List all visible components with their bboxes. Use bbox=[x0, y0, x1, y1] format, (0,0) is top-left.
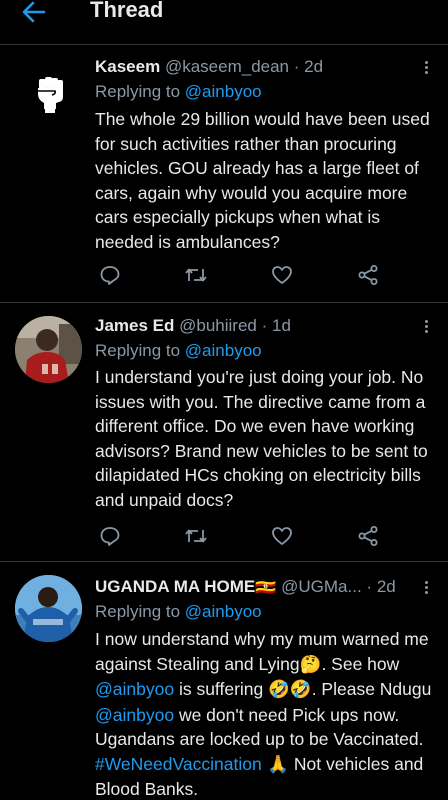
avatar[interactable] bbox=[15, 575, 82, 642]
arrow-left-icon bbox=[22, 1, 46, 23]
timestamp: 2d bbox=[304, 57, 324, 76]
tweet-text-segment: . See how bbox=[321, 653, 400, 674]
thread-screen: Thread Kaseem @kaseem_dean · 2d Replying… bbox=[0, 0, 448, 800]
thinking-face-emoji: 🤔 bbox=[299, 654, 322, 675]
more-options-button[interactable] bbox=[422, 575, 430, 599]
replying-to: Replying to @ainbyoo bbox=[95, 600, 262, 624]
heart-icon bbox=[272, 266, 292, 284]
header-bar: Thread bbox=[0, 0, 448, 45]
avatar[interactable] bbox=[15, 57, 82, 124]
replying-label: Replying to bbox=[95, 82, 181, 101]
tweet-actions bbox=[95, 260, 395, 290]
share-icon bbox=[358, 265, 378, 285]
more-options-button[interactable] bbox=[422, 55, 430, 79]
profile-photo-icon bbox=[15, 316, 82, 383]
reply-button[interactable] bbox=[95, 260, 125, 290]
more-vertical-icon bbox=[424, 580, 428, 584]
share-button[interactable] bbox=[353, 521, 383, 551]
mention-link[interactable]: @ainbyoo bbox=[95, 679, 174, 699]
replying-mention-link[interactable]: @ainbyoo bbox=[185, 82, 262, 101]
replying-to: Replying to @ainbyoo bbox=[95, 80, 262, 104]
tweet-item[interactable]: Kaseem @kaseem_dean · 2d Replying to @ai… bbox=[0, 45, 448, 303]
tweet-text-segment: . Please Ndugu bbox=[311, 679, 432, 699]
more-vertical-icon bbox=[424, 60, 428, 64]
page-title: Thread bbox=[90, 0, 164, 22]
author-name[interactable]: Kaseem bbox=[95, 57, 160, 76]
uganda-flag-icon: 🇺🇬 bbox=[255, 577, 277, 597]
heart-icon bbox=[272, 527, 292, 545]
retweet-button[interactable] bbox=[181, 521, 211, 551]
tweet-header: Kaseem @kaseem_dean · 2d bbox=[95, 55, 408, 79]
laughing-emoji: 🤣🤣 bbox=[268, 680, 312, 700]
retweet-button[interactable] bbox=[181, 260, 211, 290]
avatar[interactable] bbox=[15, 316, 82, 383]
replying-to: Replying to @ainbyoo bbox=[95, 339, 262, 363]
tweet-item[interactable]: UGANDA MA HOME🇺🇬 @UGMa... · 2d Replying … bbox=[0, 562, 448, 800]
more-vertical-icon bbox=[424, 319, 428, 323]
like-button[interactable] bbox=[267, 260, 297, 290]
raised-fist-icon bbox=[38, 77, 63, 113]
separator-dot: · bbox=[261, 316, 268, 335]
more-dot bbox=[424, 70, 428, 74]
separator-dot: · bbox=[293, 57, 300, 76]
tweet-header: UGANDA MA HOME🇺🇬 @UGMa... · 2d bbox=[95, 575, 408, 599]
share-button[interactable] bbox=[353, 260, 383, 290]
reply-icon bbox=[100, 527, 120, 546]
mention-link[interactable]: @ainbyoo bbox=[95, 705, 174, 725]
author-name[interactable]: UGANDA MA HOME bbox=[95, 577, 255, 596]
retweet-icon bbox=[185, 268, 207, 282]
more-dot bbox=[424, 329, 428, 333]
reply-icon bbox=[100, 266, 120, 285]
more-dot bbox=[424, 324, 428, 328]
tweet-text: I now understand why my mum warned me ag… bbox=[95, 627, 437, 800]
more-dot bbox=[424, 585, 428, 589]
more-options-button[interactable] bbox=[422, 314, 430, 338]
replying-label: Replying to bbox=[95, 602, 181, 621]
reply-button[interactable] bbox=[95, 521, 125, 551]
retweet-icon bbox=[185, 529, 207, 543]
timestamp: 1d bbox=[272, 316, 291, 335]
folded-hands-emoji: 🙏 bbox=[261, 754, 290, 775]
tweet-text: I understand you're just doing your job.… bbox=[95, 367, 428, 510]
replying-mention-link[interactable]: @ainbyoo bbox=[185, 602, 262, 621]
tweet-actions bbox=[95, 521, 395, 551]
back-button[interactable] bbox=[14, 0, 54, 30]
tweet-text-segment: is suffering bbox=[174, 679, 269, 699]
hashtag-link[interactable]: #WeNeedVaccination bbox=[95, 754, 262, 774]
more-dot bbox=[424, 65, 428, 69]
author-name[interactable]: James Ed bbox=[95, 316, 174, 335]
timestamp: 2d bbox=[376, 577, 396, 596]
tweet-item[interactable]: James Ed @buhiired · 1d Replying to @ain… bbox=[0, 303, 448, 562]
separator-dot: · bbox=[366, 577, 373, 596]
replying-mention-link[interactable]: @ainbyoo bbox=[185, 341, 262, 360]
author-handle[interactable]: @UGMa... bbox=[281, 577, 362, 596]
author-handle[interactable]: @kaseem_dean bbox=[165, 57, 289, 76]
replying-label: Replying to bbox=[95, 341, 181, 360]
share-icon bbox=[358, 526, 378, 546]
author-handle[interactable]: @buhiired bbox=[179, 316, 257, 335]
like-button[interactable] bbox=[267, 521, 297, 551]
tweet-header: James Ed @buhiired · 1d bbox=[95, 314, 408, 338]
profile-photo-icon bbox=[15, 575, 82, 642]
tweet-text: The whole 29 billion would have been use… bbox=[95, 109, 430, 252]
more-dot bbox=[424, 590, 428, 594]
